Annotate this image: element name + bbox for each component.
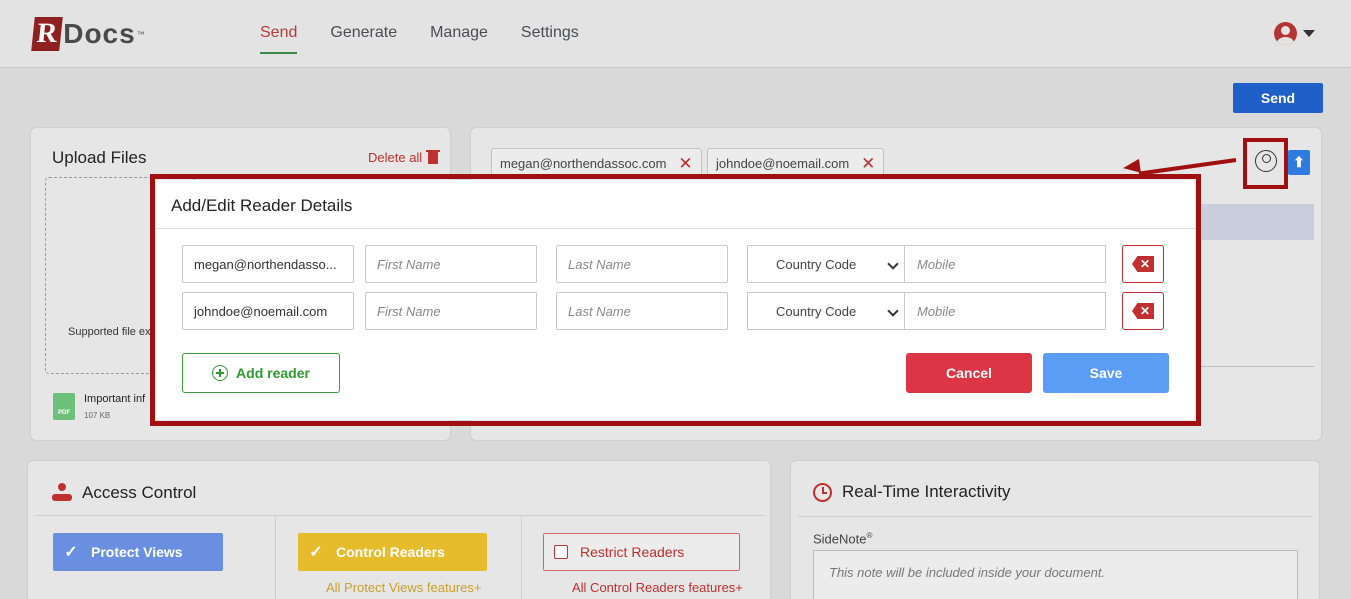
upload-files-title: Upload Files	[52, 148, 147, 167]
plus-circle-icon	[212, 365, 229, 381]
backspace-icon: ✕	[1132, 256, 1154, 272]
user-avatar-icon	[1274, 22, 1297, 45]
app-header: R Docs ™ Send Generate Manage Settings	[0, 0, 1351, 68]
modal-title: Add/Edit Reader Details	[171, 196, 353, 215]
protect-views-toggle[interactable]: ✓ Protect Views	[53, 533, 223, 571]
divider	[156, 228, 1195, 229]
first-name-field[interactable]: First Name	[365, 245, 537, 283]
remove-reader-button[interactable]: ✕	[1122, 292, 1164, 330]
country-code-select[interactable]: Country Code	[747, 245, 905, 283]
reader-email-field[interactable]: johndoe@noemail.com	[182, 292, 354, 330]
divider	[1199, 366, 1314, 367]
access-control-label: Access Control	[82, 483, 197, 502]
main-nav: Send Generate Manage Settings	[260, 24, 579, 54]
reader-chip-email: johndoe@noemail.com	[716, 156, 850, 171]
reader-chip-email: megan@northendassoc.com	[500, 156, 667, 171]
trash-icon	[426, 149, 441, 164]
sidenote-label-text: SideNote	[813, 531, 867, 547]
mobile-field[interactable]: Mobile	[904, 292, 1106, 330]
nav-manage[interactable]: Manage	[430, 24, 488, 54]
chevron-down-icon	[887, 258, 899, 270]
sidenote-label: SideNote®	[813, 531, 872, 546]
reader-details-modal: Add/Edit Reader Details megan@northendas…	[156, 180, 1195, 420]
reader-email-field[interactable]: megan@northendasso...	[182, 245, 354, 283]
close-icon[interactable]: ✕	[861, 155, 875, 172]
upload-icon[interactable]: ⬆	[1288, 150, 1310, 175]
column-divider	[275, 516, 276, 599]
remove-reader-button[interactable]: ✕	[1122, 245, 1164, 283]
country-code-value: Country Code	[776, 303, 857, 319]
delete-all-button[interactable]: Delete all	[368, 149, 441, 165]
logo-letter: R	[31, 17, 64, 51]
last-name-field[interactable]: Last Name	[556, 292, 728, 330]
access-control-title: Access Control	[52, 483, 196, 503]
close-icon[interactable]: ✕	[678, 155, 692, 172]
logo-text: Docs	[63, 18, 136, 49]
check-icon: ✓	[309, 544, 323, 561]
realtime-title: Real-Time Interactivity	[813, 482, 1010, 502]
clock-icon	[813, 482, 832, 502]
send-button[interactable]: Send	[1233, 83, 1323, 113]
save-button[interactable]: Save	[1043, 353, 1169, 393]
first-name-field[interactable]: First Name	[365, 292, 537, 330]
annotation-highlight-box	[1243, 138, 1288, 189]
realtime-interactivity-panel: Real-Time Interactivity SideNote® This n…	[790, 460, 1320, 599]
backspace-icon: ✕	[1132, 303, 1154, 319]
restrict-readers-features[interactable]: All Control Readers features+	[572, 580, 743, 595]
uploaded-file-item[interactable]: PDF Important inf 107 KB	[53, 393, 145, 420]
annotation-arrow-head	[1122, 158, 1141, 176]
restrict-readers-toggle[interactable]: Restrict Readers	[543, 533, 740, 571]
reader-row-highlight	[1199, 204, 1314, 240]
delete-all-label: Delete all	[368, 150, 423, 165]
divider	[798, 516, 1313, 517]
nav-settings[interactable]: Settings	[521, 24, 579, 54]
country-code-select[interactable]: Country Code	[747, 292, 905, 330]
pdf-file-icon: PDF	[53, 393, 75, 420]
add-reader-button[interactable]: Add reader	[182, 353, 340, 393]
chevron-down-icon	[1303, 30, 1315, 37]
nav-send[interactable]: Send	[260, 24, 298, 54]
sidenote-textarea[interactable]: This note will be included inside your d…	[813, 550, 1298, 599]
supported-files-text: Supported file ex	[68, 326, 151, 338]
control-readers-features[interactable]: All Protect Views features+	[326, 580, 481, 595]
checkbox-icon	[554, 545, 568, 559]
user-menu[interactable]	[1274, 22, 1315, 45]
access-control-panel: Access Control ✓ Protect Views ✓ Control…	[27, 460, 771, 599]
file-size: 107 KB	[84, 411, 111, 420]
check-icon: ✓	[64, 544, 78, 561]
hand-heart-icon	[52, 483, 72, 503]
control-readers-label: Control Readers	[336, 544, 445, 560]
add-reader-label: Add reader	[236, 365, 310, 381]
country-code-value: Country Code	[776, 256, 857, 272]
realtime-label: Real-Time Interactivity	[842, 482, 1011, 501]
mobile-field[interactable]: Mobile	[904, 245, 1106, 283]
chevron-down-icon	[887, 305, 899, 317]
last-name-field[interactable]: Last Name	[556, 245, 728, 283]
file-name: Important inf	[84, 393, 146, 405]
cancel-button[interactable]: Cancel	[906, 353, 1032, 393]
protect-views-label: Protect Views	[91, 544, 183, 560]
rdocs-logo[interactable]: R Docs ™	[31, 16, 145, 52]
restrict-readers-label: Restrict Readers	[580, 544, 685, 560]
column-divider	[521, 516, 522, 599]
divider	[35, 515, 765, 516]
registered-mark: ®	[866, 531, 873, 540]
control-readers-toggle[interactable]: ✓ Control Readers	[298, 533, 487, 571]
logo-trademark: ™	[136, 29, 145, 39]
nav-generate[interactable]: Generate	[330, 24, 397, 54]
